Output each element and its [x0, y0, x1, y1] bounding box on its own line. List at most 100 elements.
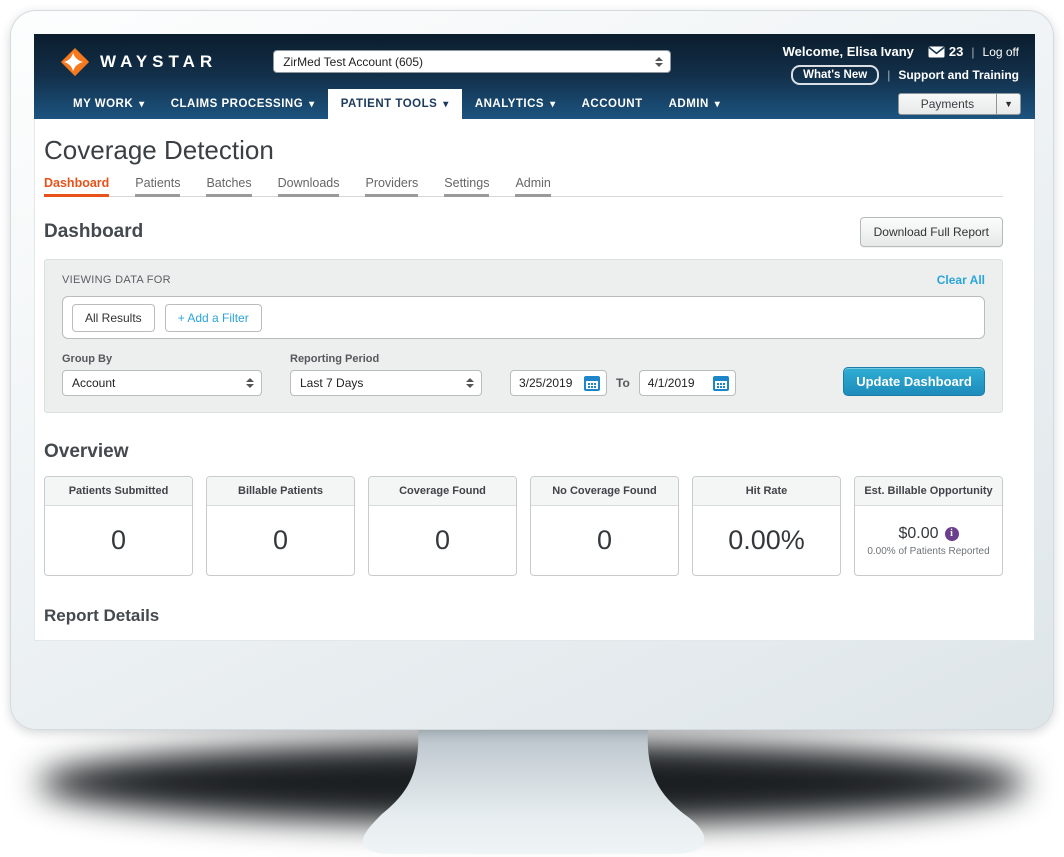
calendar-icon[interactable] [584, 376, 600, 391]
app-header: WAYSTAR ZirMed Test Account (605) Welcom… [34, 34, 1035, 119]
clear-all-link[interactable]: Clear All [937, 273, 985, 287]
select-stepper-icon [244, 378, 255, 388]
date-to-input[interactable]: 4/1/2019 [639, 370, 736, 396]
nav-item-claims-processing[interactable]: CLAIMS PROCESSING [158, 89, 328, 119]
waystar-diamond-icon [60, 47, 90, 77]
date-from-input[interactable]: 3/25/2019 [510, 370, 607, 396]
account-select-value: ZirMed Test Account (605) [283, 55, 423, 69]
account-select[interactable]: ZirMed Test Account (605) [273, 50, 671, 73]
info-icon[interactable] [945, 527, 959, 541]
stat-card-label: Hit Rate [693, 477, 840, 506]
reporting-period-label: Reporting Period [290, 353, 482, 365]
reporting-period-select[interactable]: Last 7 Days [290, 370, 482, 396]
reporting-period-field: Reporting Period Last 7 Days [290, 353, 482, 396]
stat-card-value: 0 [111, 525, 126, 556]
stat-card-label: Patients Submitted [45, 477, 192, 506]
support-link[interactable]: Support and Training [898, 68, 1019, 82]
reporting-period-value: Last 7 Days [300, 376, 363, 390]
page-title: Coverage Detection [44, 135, 1003, 166]
header-user-area: Welcome, Elisa Ivany 23 | Log off [783, 38, 1019, 85]
payments-dropdown[interactable]: Payments [898, 93, 1021, 115]
tab-bar: Dashboard Patients Batches Downloads Pro… [44, 176, 1003, 197]
dashboard-section-header: Dashboard Download Full Report [44, 217, 1003, 247]
to-label: To [616, 376, 630, 390]
caret-down-icon [443, 98, 449, 110]
inbox-count: 23 [949, 44, 963, 59]
filter-panel: VIEWING DATA FOR Clear All All Results +… [44, 259, 1003, 413]
stat-card-value: 0 [597, 525, 612, 556]
monitor-mockup: WAYSTAR ZirMed Test Account (605) Welcom… [0, 0, 1064, 857]
all-results-chip[interactable]: All Results [72, 304, 155, 332]
stat-card-label: Coverage Found [369, 477, 516, 506]
stat-card-subtext: 0.00% of Patients Reported [867, 546, 989, 557]
stat-card-value: 0 [435, 525, 450, 556]
links-line: What's New | Support and Training [791, 65, 1019, 85]
caret-down-icon [139, 98, 145, 110]
add-filter-button[interactable]: + Add a Filter [165, 304, 262, 332]
nav-item-my-work[interactable]: MY WORK [60, 89, 158, 119]
nav-item-account[interactable]: ACCOUNT [569, 89, 656, 119]
payments-label: Payments [899, 94, 996, 114]
logo-wordmark: WAYSTAR [100, 52, 217, 72]
download-full-report-button[interactable]: Download Full Report [860, 217, 1003, 247]
stat-card-label: Billable Patients [207, 477, 354, 506]
inbox-link[interactable]: 23 [928, 44, 963, 59]
caret-down-icon [309, 98, 315, 110]
user-line: Welcome, Elisa Ivany 23 | Log off [783, 44, 1019, 59]
group-by-select[interactable]: Account [62, 370, 262, 396]
report-details-heading: Report Details [44, 606, 1003, 626]
tab-settings[interactable]: Settings [444, 176, 489, 197]
app-window: WAYSTAR ZirMed Test Account (605) Welcom… [34, 34, 1035, 641]
welcome-text: Welcome, Elisa Ivany [783, 44, 914, 59]
nav-item-analytics[interactable]: ANALYTICS [462, 89, 569, 119]
stat-card-patients-submitted: Patients Submitted 0 [44, 476, 193, 576]
overview-cards: Patients Submitted 0 Billable Patients 0… [44, 476, 1003, 576]
monitor-frame: WAYSTAR ZirMed Test Account (605) Welcom… [10, 10, 1054, 730]
tab-batches[interactable]: Batches [206, 176, 251, 197]
select-stepper-icon [464, 378, 475, 388]
group-by-field: Group By Account [62, 353, 262, 396]
stat-card-label: Est. Billable Opportunity [855, 477, 1002, 506]
stat-card-value: 0 [273, 525, 288, 556]
waystar-logo: WAYSTAR [60, 47, 217, 77]
tab-patients[interactable]: Patients [135, 176, 180, 197]
caret-down-icon [715, 98, 721, 110]
main-nav: MY WORK CLAIMS PROCESSING PATIENT TOOLS … [34, 89, 1035, 119]
header-top-row: WAYSTAR ZirMed Test Account (605) Welcom… [34, 34, 1035, 89]
envelope-icon [928, 46, 945, 58]
log-off-link[interactable]: Log off [983, 45, 1019, 59]
select-stepper-icon [653, 57, 664, 67]
date-from-field: 3/25/2019 [510, 370, 607, 396]
stat-card-value: 0.00% [728, 525, 805, 556]
caret-down-icon [550, 98, 556, 110]
stat-card-coverage-found: Coverage Found 0 [368, 476, 517, 576]
viewing-data-label: VIEWING DATA FOR [62, 274, 171, 286]
dashboard-heading: Dashboard [44, 221, 143, 243]
tab-downloads[interactable]: Downloads [278, 176, 340, 197]
stat-card-label: No Coverage Found [531, 477, 678, 506]
filter-controls-row: Group By Account Reporting Period Last 7… [62, 353, 985, 396]
overview-heading: Overview [44, 441, 1003, 463]
tab-providers[interactable]: Providers [365, 176, 418, 197]
caret-down-icon [996, 94, 1020, 114]
calendar-icon[interactable] [713, 376, 729, 391]
whats-new-button[interactable]: What's New [791, 65, 879, 85]
divider: | [971, 45, 974, 59]
monitor-stand [330, 726, 730, 856]
nav-item-patient-tools[interactable]: PATIENT TOOLS [328, 89, 462, 119]
stat-card-billable-patients: Billable Patients 0 [206, 476, 355, 576]
date-to-field: 4/1/2019 [639, 370, 736, 396]
date-from-value: 3/25/2019 [519, 376, 572, 390]
stat-card-est-billable-opportunity: Est. Billable Opportunity $0.00 0.00% of… [854, 476, 1003, 576]
group-by-label: Group By [62, 353, 262, 365]
nav-item-admin[interactable]: ADMIN [656, 89, 734, 119]
stat-card-value: $0.00 [898, 525, 938, 543]
page-content: Coverage Detection Dashboard Patients Ba… [34, 119, 1035, 626]
update-dashboard-button[interactable]: Update Dashboard [843, 367, 985, 396]
stat-card-no-coverage-found: No Coverage Found 0 [530, 476, 679, 576]
group-by-value: Account [72, 376, 115, 390]
stat-card-hit-rate: Hit Rate 0.00% [692, 476, 841, 576]
date-to-value: 4/1/2019 [648, 376, 695, 390]
tab-admin[interactable]: Admin [515, 176, 550, 197]
tab-dashboard[interactable]: Dashboard [44, 176, 109, 197]
